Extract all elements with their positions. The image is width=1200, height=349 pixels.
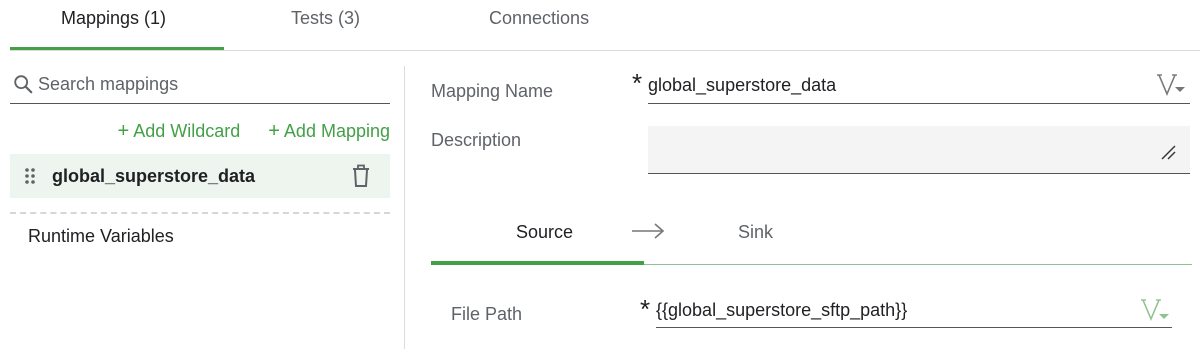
variable-picker-icon[interactable]: [1156, 70, 1186, 98]
add-wildcard-button[interactable]: + Add Wildcard: [118, 120, 241, 143]
mapping-name-input[interactable]: [648, 72, 1148, 98]
search-icon: [14, 75, 33, 94]
variable-picker-icon[interactable]: [1140, 295, 1170, 323]
tab-source[interactable]: Source: [516, 222, 573, 243]
source-sink-tabs: Source Sink: [431, 205, 1192, 265]
description-textarea[interactable]: [648, 126, 1190, 174]
file-path-label: File Path: [451, 304, 523, 324]
tab-tests[interactable]: Tests (3): [291, 8, 360, 29]
trash-icon[interactable]: [350, 164, 372, 188]
file-path-input[interactable]: [656, 297, 1126, 323]
panel-divider: [404, 66, 405, 349]
add-actions: + Add Wildcard + Add Mapping: [118, 120, 391, 143]
section-divider: [10, 212, 390, 214]
required-asterisk: *: [640, 294, 651, 324]
top-tab-bar: Mappings (1) Tests (3) Connections: [10, 0, 1200, 51]
runtime-variables-link[interactable]: Runtime Variables: [28, 226, 174, 247]
search-input[interactable]: [38, 72, 378, 96]
search-bar: [10, 64, 390, 104]
mapping-item-label: global_superstore_data: [52, 166, 256, 186]
add-wildcard-label: Add Wildcard: [133, 121, 241, 141]
tab-sink[interactable]: Sink: [738, 222, 773, 243]
mapping-list-item[interactable]: global_superstore_data: [10, 154, 390, 198]
mappings-sidebar: +Add Wildcard +Add Mapping global_supers…: [10, 64, 390, 349]
required-asterisk: *: [632, 68, 643, 98]
add-mapping-label: Add Mapping: [283, 121, 390, 141]
file-path-field: [656, 292, 1172, 328]
arrow-right-icon: [632, 223, 665, 239]
mapping-name-label: Mapping Name: [431, 81, 554, 101]
tab-connections[interactable]: Connections: [489, 8, 589, 29]
tab-mappings[interactable]: Mappings (1): [61, 8, 166, 29]
drag-handle-icon[interactable]: [24, 167, 36, 185]
plus-icon: +: [117, 120, 130, 142]
active-tab-indicator: [10, 47, 224, 50]
resize-handle-icon[interactable]: [1160, 144, 1176, 160]
mapping-name-field: [648, 66, 1190, 104]
active-subtab-indicator: [431, 261, 644, 265]
add-mapping-button[interactable]: + Add Mapping: [268, 120, 390, 143]
plus-icon: +: [268, 120, 280, 142]
description-label: Description: [431, 130, 522, 150]
